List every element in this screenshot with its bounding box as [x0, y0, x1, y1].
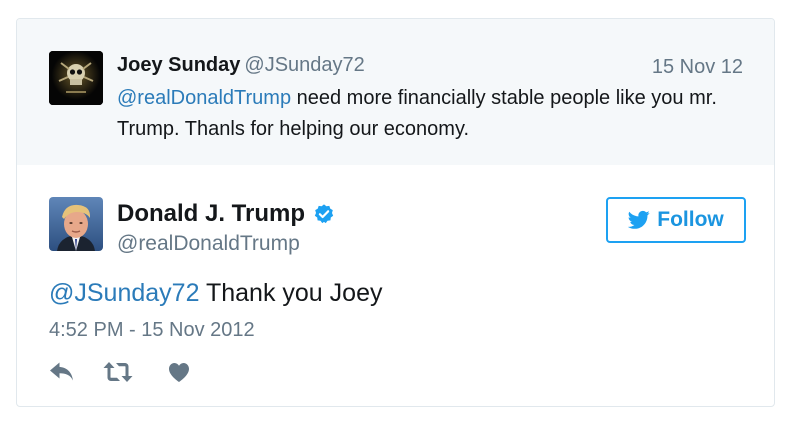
- tweet-text: @JSunday72 Thank you Joey: [49, 277, 382, 309]
- author-avatar[interactable]: [49, 197, 103, 251]
- retweet-button[interactable]: [103, 360, 133, 384]
- author-name-row: Donald J. Trump: [117, 199, 335, 229]
- skull-avatar-icon: [49, 51, 103, 105]
- parent-header: Joey Sunday @JSunday72: [117, 52, 365, 78]
- parent-mention-link[interactable]: @realDonaldTrump: [117, 87, 291, 109]
- twitter-bird-icon: [628, 210, 650, 229]
- tweet-actions: [49, 359, 191, 385]
- tweet-body-text: Thank you Joey: [199, 279, 383, 307]
- parent-tweet-text: @realDonaldTrump need more financially s…: [117, 83, 737, 145]
- tweet-mention-link[interactable]: @JSunday72: [49, 279, 199, 307]
- parent-author-name[interactable]: Joey Sunday: [117, 54, 240, 76]
- parent-author-handle[interactable]: @JSunday72: [244, 54, 364, 76]
- follow-button-label: Follow: [657, 208, 724, 231]
- parent-tweet[interactable]: Joey Sunday @JSunday72 15 Nov 12 @realDon…: [17, 19, 774, 165]
- like-icon: [169, 363, 189, 382]
- portrait-avatar-icon: [49, 197, 103, 251]
- verified-badge-icon: [313, 203, 335, 225]
- tweet-timestamp[interactable]: 4:52 PM - 15 Nov 2012: [49, 317, 255, 343]
- embedded-tweet-card: Joey Sunday @JSunday72 15 Nov 12 @realDon…: [16, 18, 775, 407]
- reply-button[interactable]: [49, 360, 75, 384]
- author-name[interactable]: Donald J. Trump: [117, 199, 305, 229]
- follow-button[interactable]: Follow: [606, 197, 746, 243]
- parent-date[interactable]: 15 Nov 12: [652, 54, 743, 80]
- reply-icon: [50, 362, 73, 381]
- like-button[interactable]: [167, 360, 191, 384]
- parent-avatar[interactable]: [49, 51, 103, 105]
- author-handle[interactable]: @realDonaldTrump: [117, 231, 300, 257]
- retweet-icon: [103, 362, 133, 382]
